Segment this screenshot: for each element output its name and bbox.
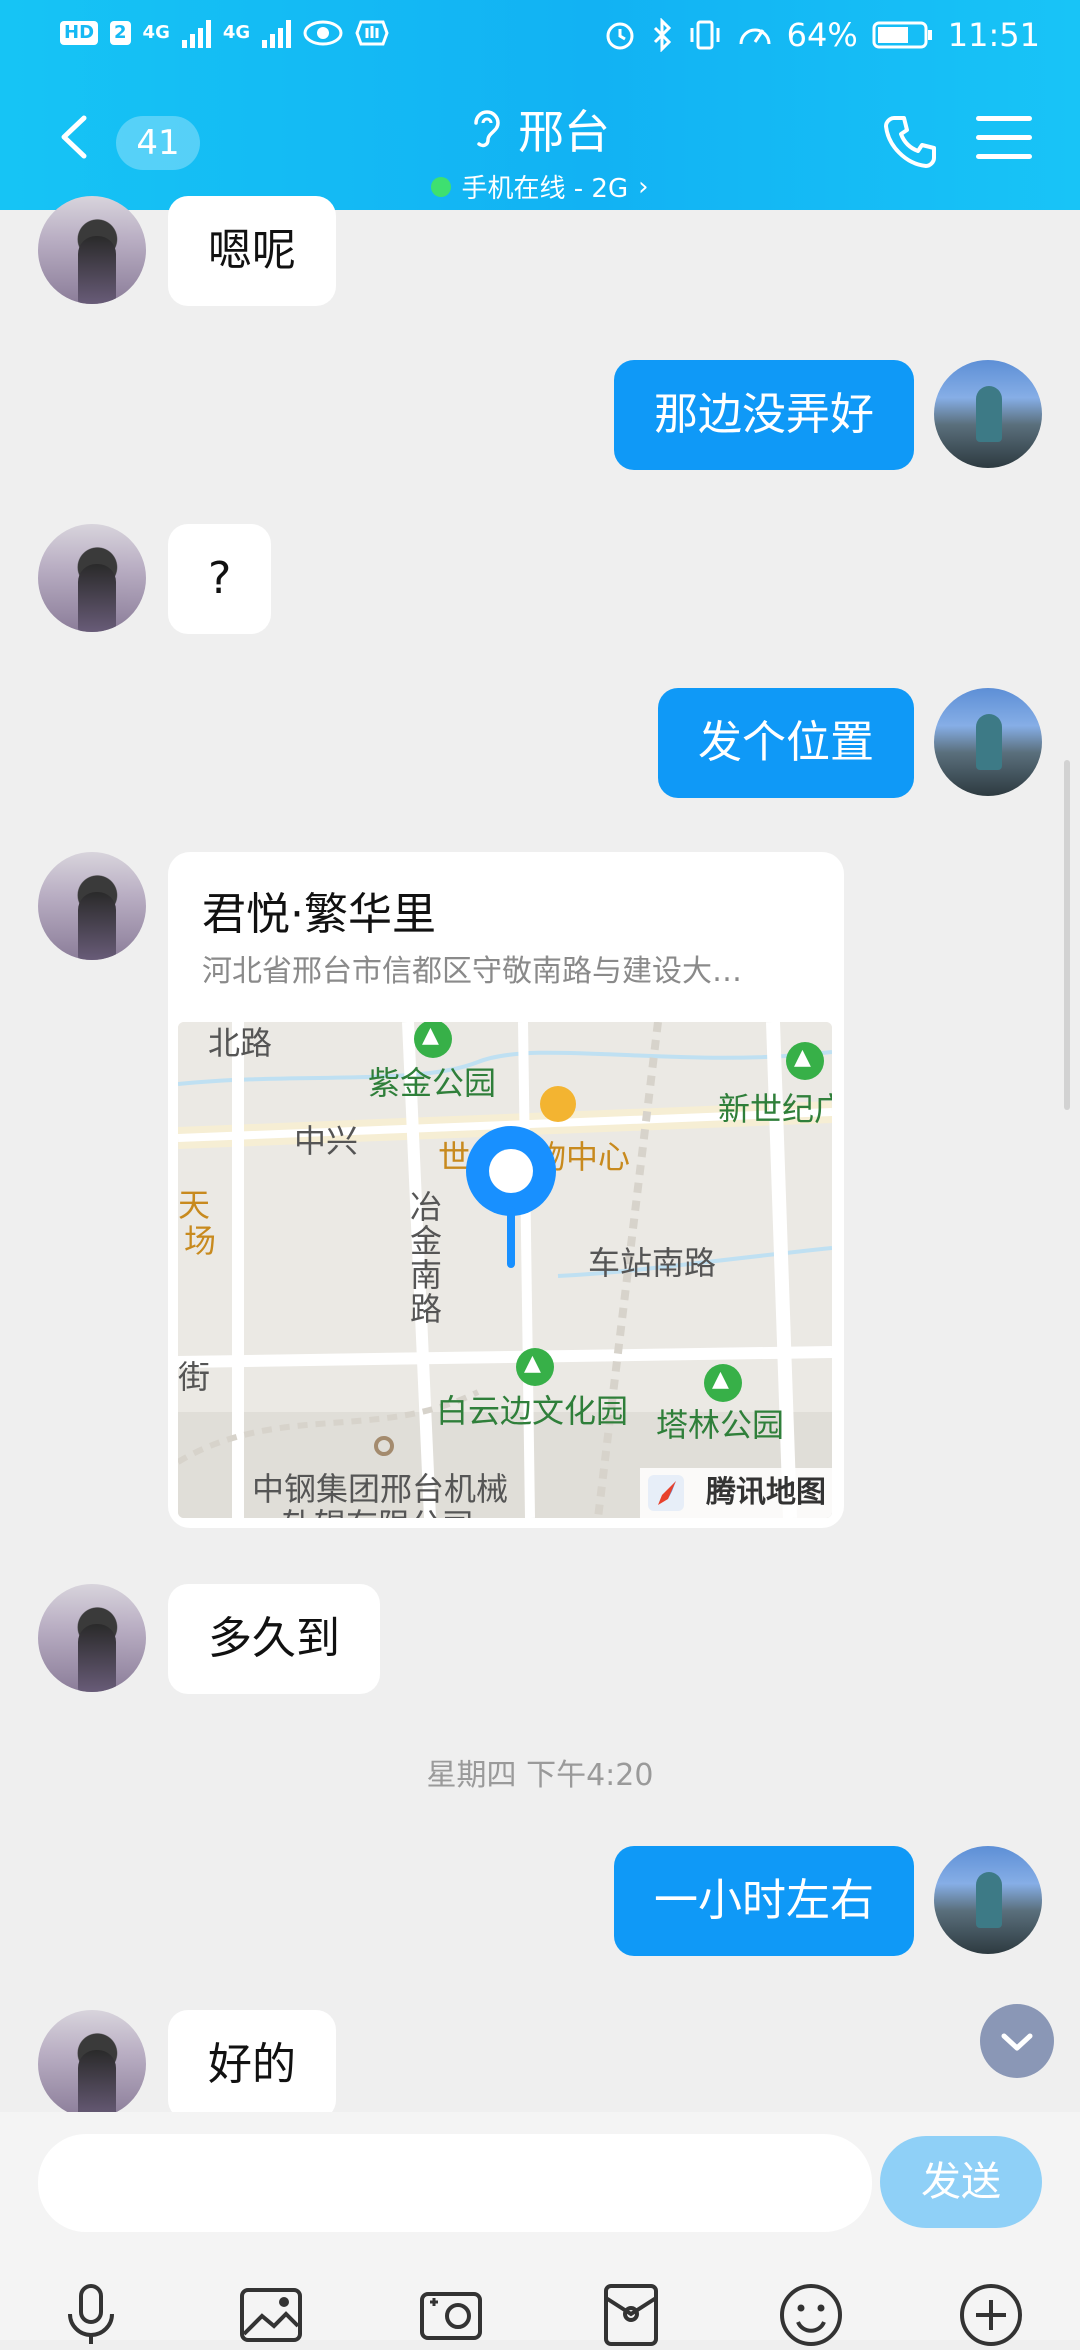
back-arrow-icon[interactable] — [50, 112, 100, 162]
contact-avatar[interactable] — [38, 196, 146, 304]
location-pin-stem — [507, 1206, 515, 1268]
eye-icon — [303, 20, 343, 46]
signal-2-icon — [262, 18, 292, 48]
contact-avatar[interactable] — [38, 2010, 146, 2118]
message-bubble-sent[interactable]: 一小时左右 — [614, 1846, 914, 1956]
network-type-2: 4G — [222, 22, 251, 43]
message-bubble-received[interactable]: 嗯呢 — [168, 196, 336, 306]
message-bubble-sent[interactable]: 那边没弄好 — [614, 360, 914, 470]
location-card[interactable]: 君悦·繁华里 河北省邢台市信都区守敬南路与建设大… 北路 紫金公 — [168, 852, 844, 1528]
unread-count-badge[interactable]: 41 — [116, 116, 200, 170]
message-bubble-received[interactable]: ? — [168, 524, 272, 634]
earpiece-mode-icon[interactable] — [470, 107, 504, 151]
park-icon — [516, 1348, 554, 1386]
bluetooth-icon — [653, 18, 671, 52]
phone-call-icon[interactable] — [880, 112, 940, 172]
online-status-text: 手机在线 - 2G — [461, 174, 629, 204]
chat-header: HD 2 4G 4G 64% 11:51 41 邢台 手机在线 - 2G › — [0, 0, 1080, 210]
online-dot-icon — [431, 176, 452, 197]
battery-percent: 64% — [786, 16, 858, 54]
map-preview[interactable]: 北路 紫金公园 新世纪广 中兴 世纪购物中心 天 场 冶金南路 车站南路 街 白… — [178, 1022, 832, 1518]
signal-1-icon — [181, 18, 211, 48]
map-label: 车站南路 — [588, 1244, 717, 1282]
nav-bar: 41 邢台 手机在线 - 2G › — [0, 90, 1080, 204]
hand-icon — [355, 20, 389, 46]
contact-name: 邢台 — [518, 105, 610, 159]
clock: 11:51 — [947, 16, 1040, 54]
map-label: 场 — [184, 1222, 217, 1260]
speed-icon — [739, 28, 771, 45]
map-brand: 腾讯地图 — [640, 1468, 832, 1518]
chevron-down-icon — [1001, 2033, 1033, 2051]
tencent-map-logo-icon — [648, 1475, 684, 1511]
contact-info[interactable]: 邢台 手机在线 - 2G › — [340, 96, 740, 205]
message-bubble-received[interactable]: 好的 — [168, 2010, 336, 2120]
menu-icon[interactable] — [976, 116, 1032, 164]
input-area: 发送 — [0, 2112, 1080, 2346]
message-input[interactable] — [38, 2134, 872, 2232]
map-label: 轧辊有限公司 — [282, 1500, 474, 1518]
contact-avatar[interactable] — [38, 1584, 146, 1692]
chevron-right-icon: › — [638, 171, 649, 202]
location-name: 君悦·繁华里 — [202, 889, 436, 940]
hd-badge: HD — [60, 21, 99, 45]
contact-avatar[interactable] — [38, 852, 146, 960]
map-brand-text: 腾讯地图 — [706, 1475, 826, 1510]
message-bubble-received[interactable]: 多久到 — [168, 1584, 380, 1694]
online-status: 手机在线 - 2G › — [340, 168, 740, 205]
map-label: 新世纪广 — [718, 1090, 832, 1128]
battery-icon — [872, 21, 932, 49]
status-bar: HD 2 4G 4G 64% 11:51 — [0, 0, 1080, 76]
scrollbar[interactable] — [1064, 760, 1070, 1110]
map-label: 紫金公园 — [368, 1064, 497, 1102]
map-label: 街 — [178, 1358, 211, 1396]
shopping-icon — [540, 1086, 576, 1122]
alarm-icon — [606, 22, 634, 50]
map-label: 中兴 — [294, 1122, 359, 1160]
park-icon — [704, 1364, 742, 1402]
my-avatar[interactable] — [934, 360, 1042, 468]
map-label: 塔林公园 — [656, 1406, 785, 1444]
map-label: 冶金南路 — [410, 1188, 443, 1328]
my-avatar[interactable] — [934, 1846, 1042, 1954]
sim-badge: 2 — [110, 21, 131, 45]
my-avatar[interactable] — [934, 688, 1042, 796]
scroll-to-bottom-button[interactable] — [980, 2004, 1054, 2078]
contact-avatar[interactable] — [38, 524, 146, 632]
map-label: 北路 — [208, 1024, 273, 1062]
time-separator: 星期四 下午4:20 — [426, 1758, 654, 1793]
send-button[interactable]: 发送 — [880, 2136, 1042, 2228]
location-pin-icon — [466, 1126, 556, 1216]
message-bubble-sent[interactable]: 发个位置 — [658, 688, 914, 798]
location-address: 河北省邢台市信都区守敬南路与建设大… — [202, 954, 742, 989]
network-type-1: 4G — [142, 22, 170, 43]
map-label: 白云边文化园 — [436, 1392, 629, 1430]
park-icon — [786, 1042, 824, 1080]
vibrate-icon — [690, 20, 720, 50]
